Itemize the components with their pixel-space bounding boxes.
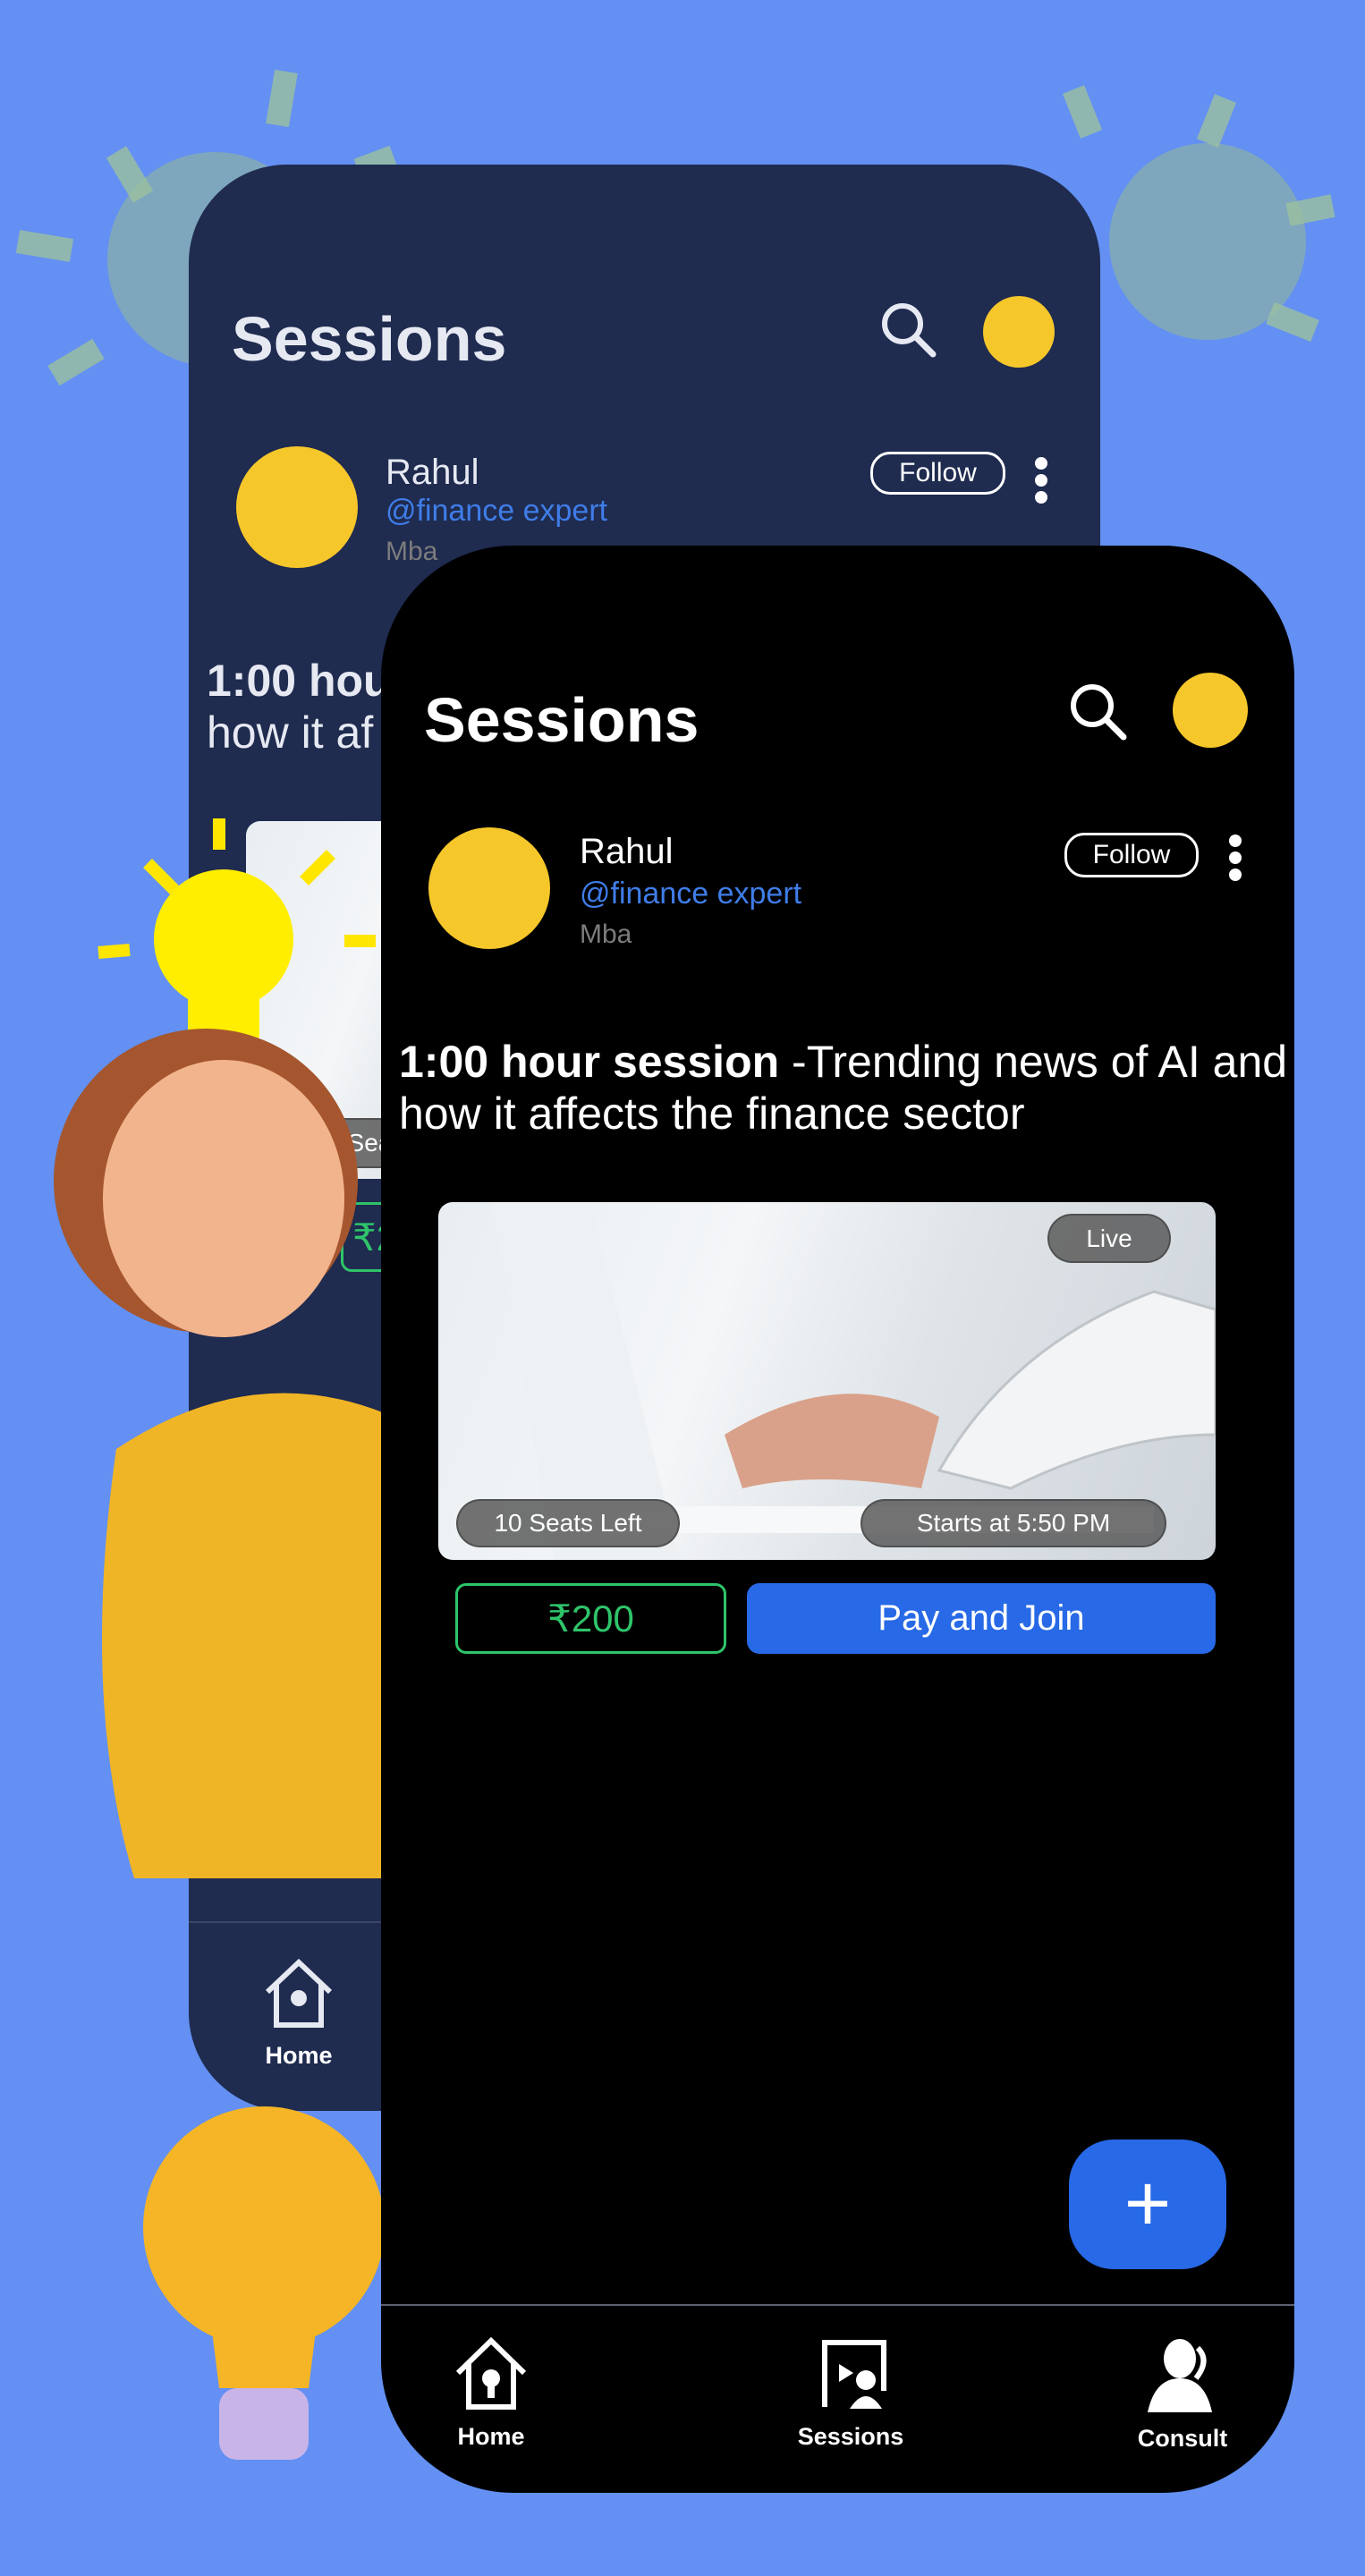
pay-and-join-button[interactable]: Pay and Join: [747, 1583, 1216, 1654]
profile-name: Rahul: [386, 453, 479, 492]
nav-label: Home: [457, 2423, 525, 2450]
profile-subtitle: Mba: [386, 537, 438, 566]
page-title: Sessions: [424, 685, 699, 755]
more-options-icon[interactable]: [1035, 453, 1047, 508]
video-person-icon: [822, 2340, 886, 2409]
start-time-badge: Starts at 5:50 PM: [861, 1499, 1166, 1547]
search-icon[interactable]: [1066, 680, 1131, 744]
home-bulb-icon: [455, 2337, 527, 2410]
nav-sessions[interactable]: Sessions: [761, 2337, 940, 2451]
more-options-icon[interactable]: [1229, 830, 1242, 886]
session-title: 1:00 hour session: [399, 1037, 780, 1087]
profile-subtitle: Mba: [580, 919, 632, 949]
profile-avatar[interactable]: [428, 827, 550, 949]
live-badge: Live: [1047, 1214, 1171, 1263]
session-title: 1:00 hou: [207, 656, 391, 706]
follow-button[interactable]: Follow: [870, 452, 1005, 495]
profile-handle: @finance expert: [580, 877, 802, 911]
nav-home[interactable]: Home: [209, 1958, 388, 2070]
profile-name: Rahul: [580, 832, 674, 871]
seats-badge: 10 Seats Left: [456, 1499, 680, 1547]
follow-button[interactable]: Follow: [1064, 833, 1199, 877]
page-title: Sessions: [232, 304, 507, 374]
user-avatar[interactable]: [983, 296, 1055, 368]
profile-avatar[interactable]: [236, 446, 358, 568]
user-avatar[interactable]: [1173, 673, 1248, 748]
nav-home[interactable]: Home: [402, 2337, 581, 2451]
home-bulb-icon: [265, 1958, 333, 2028]
price-button[interactable]: ₹200: [455, 1583, 726, 1654]
search-icon[interactable]: [878, 299, 940, 361]
session-description: how it af: [207, 708, 374, 758]
profile-handle: @finance expert: [386, 494, 608, 528]
nav-label: Sessions: [797, 2423, 904, 2450]
front-phone-screen: Sessions Rahul @finance expert Mba Follo…: [381, 546, 1294, 2493]
add-session-button[interactable]: +: [1069, 2140, 1226, 2269]
nav-divider: [381, 2304, 1294, 2306]
nav-label: Home: [265, 2042, 333, 2069]
nav-label: Consult: [1137, 2425, 1228, 2452]
lightbulb-3d-illustration: [143, 2106, 385, 2460]
cartoon-character-illustration: [54, 818, 385, 1878]
consultant-phone-icon: [1148, 2339, 1212, 2412]
nav-consult[interactable]: Consult: [1093, 2337, 1272, 2453]
